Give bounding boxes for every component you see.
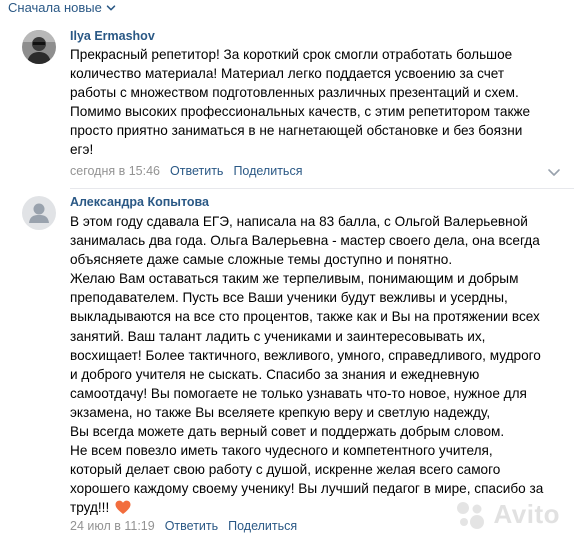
avatar[interactable] <box>22 196 56 230</box>
comment-line: В этом году сдавала ЕГЭ, написала на 83 … <box>70 214 528 229</box>
comment-aleksandra-kopytova: Александра Копытова В этом году сдавала … <box>0 190 584 540</box>
comment-line: самоотдачу! Вы помогаете не только узнав… <box>70 385 527 401</box>
comment-line: Помимо высоких профессиональных качеств,… <box>70 104 531 120</box>
sort-dropdown[interactable]: Сначала новые <box>0 0 584 16</box>
comment-line: преподавателем. Пусть все Ваши ученики б… <box>70 290 508 306</box>
comment-line: занятий. Ваш талант ладить с учениками и… <box>70 328 486 344</box>
comment-line: выкладываются на все сто процентов, такж… <box>70 309 540 325</box>
reply-button[interactable]: Ответить <box>170 163 223 179</box>
sort-label: Сначала новые <box>8 0 102 15</box>
avito-logo-icon <box>457 501 485 529</box>
share-button[interactable]: Поделиться <box>228 518 297 534</box>
comment-author[interactable]: Ilya Ermashov <box>70 28 155 44</box>
comment-line: Не всем повезло иметь такого чудесного и… <box>70 443 493 459</box>
comment-line: Прекрасный репетитор! За короткий срок с… <box>70 47 513 62</box>
share-button[interactable]: Поделиться <box>233 163 302 179</box>
avito-watermark: Avito <box>455 499 560 530</box>
comment-line: и доброго учителя не сыскать. Спасибо за… <box>70 366 480 382</box>
reply-button[interactable]: Ответить <box>165 518 218 534</box>
comment-line: труд!!! <box>70 500 114 516</box>
comment-footer: 24 июл в 11:19 Ответить Поделиться <box>70 518 297 534</box>
comment-line: работы с множеством подготовленных разли… <box>70 85 519 101</box>
comment-line: егэ! <box>70 142 94 158</box>
default-avatar-icon <box>22 196 56 230</box>
comment-author[interactable]: Александра Копытова <box>70 194 209 210</box>
comment-line: который делает свою работу с душой, искр… <box>70 462 501 478</box>
comment-line: Вы всегда можете дать верный совет и под… <box>70 424 505 440</box>
comment-line: количество материала! Материал легко под… <box>70 66 505 82</box>
comment-date[interactable]: сегодня в 15:46 <box>70 163 160 179</box>
comment-line: занималась два года. Ольга Валерьевна - … <box>70 233 540 249</box>
comment-footer: сегодня в 15:46 Ответить Поделиться <box>70 163 302 179</box>
chevron-down-icon <box>106 5 116 11</box>
comment-text: В этом году сдавала ЕГЭ, написала на 83 … <box>70 212 580 518</box>
comment-text: Прекрасный репетитор! За короткий срок с… <box>70 45 580 160</box>
avito-watermark-text: Avito <box>493 499 560 529</box>
heart-emoji-icon <box>115 501 131 515</box>
comment-line: восхищает! Более тактичного, вежливого, … <box>70 347 541 363</box>
comment-line: Желаю Вам оставаться таким же терпеливым… <box>70 271 519 287</box>
comment-ilya-ermashov: Ilya Ermashov Прекрасный репетитор! За к… <box>0 24 584 190</box>
user-photo <box>22 30 56 64</box>
avatar[interactable] <box>22 30 56 64</box>
comment-date[interactable]: 24 июл в 11:19 <box>70 518 155 534</box>
comment-line: просто приятно заниматься в не нагнетающ… <box>70 123 523 139</box>
comment-line: объясняете даже самые сложные темы досту… <box>70 252 453 268</box>
more-options-icon[interactable] <box>546 164 562 180</box>
comment-line: экзамена, но также Вы вселяете крепкую в… <box>70 404 491 420</box>
comment-line: хорошего каждому своему ученику! Вы лучш… <box>70 481 544 497</box>
comment-divider <box>70 188 574 189</box>
